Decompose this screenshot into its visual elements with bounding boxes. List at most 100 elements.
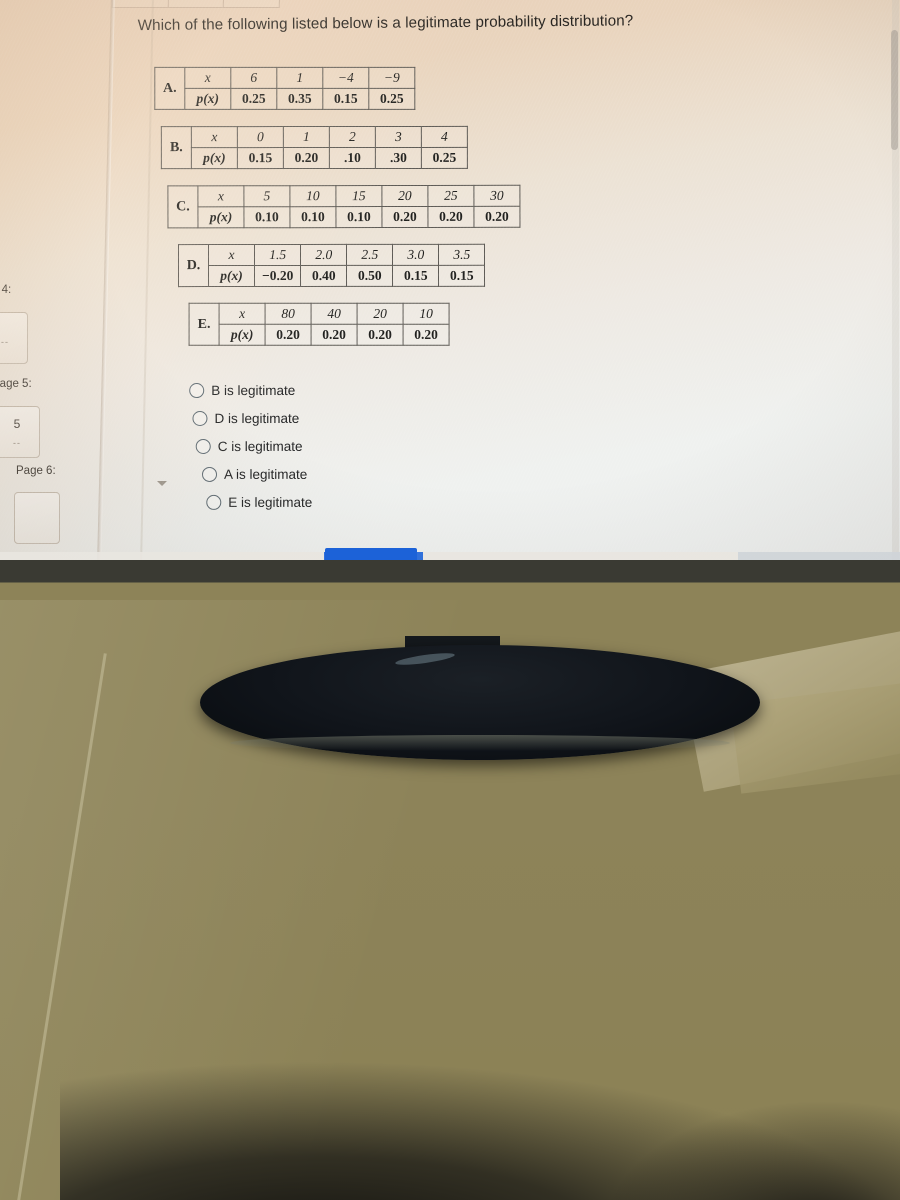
- x-value: 3.5: [438, 244, 485, 266]
- sidebar-page-4-thumbnail[interactable]: --: [0, 312, 28, 364]
- p-value: 0.10: [335, 206, 382, 228]
- question-content: Which of the following listed below is a…: [138, 11, 783, 519]
- sidebar-page-6-label: Page 6:: [16, 465, 56, 477]
- p-value: 0.20: [381, 206, 428, 228]
- x-value: −9: [368, 67, 415, 89]
- answer-choice-c[interactable]: C is legitimate: [195, 431, 782, 460]
- radio-button-icon[interactable]: [192, 410, 208, 426]
- row-header-px: p(x): [197, 206, 244, 228]
- x-value: 4: [421, 126, 468, 148]
- p-value: .30: [375, 147, 422, 169]
- p-value: 0.20: [265, 324, 312, 346]
- x-value: 10: [289, 185, 336, 207]
- p-value: 0.20: [473, 206, 520, 228]
- x-value: 6: [230, 67, 277, 89]
- distribution-option-b[interactable]: B. x 0 1 2 3 4 p(x) 0.15 0.20 .10 .30 0.…: [160, 125, 779, 170]
- p-value: 0.25: [368, 88, 415, 110]
- p-value: 0.20: [283, 147, 330, 169]
- thumbnail-dash: --: [13, 437, 21, 448]
- distribution-option-c[interactable]: C. x 5 10 15 20 25 30 p(x) 0.10 0.10 0.1…: [167, 184, 779, 229]
- x-value: 1: [283, 126, 330, 148]
- distribution-table-e: x 80 40 20 10 p(x) 0.20 0.20 0.20 0.20: [218, 302, 450, 346]
- p-value: 0.25: [421, 147, 468, 169]
- x-value: 10: [403, 303, 450, 325]
- x-value: 20: [381, 185, 428, 207]
- row-header-x: x: [219, 303, 266, 325]
- sidebar-page-6-thumbnail[interactable]: [14, 492, 60, 544]
- x-value: 80: [265, 303, 312, 325]
- stand-rim-highlight: [230, 735, 730, 751]
- thumbnail-dash: --: [1, 336, 9, 347]
- answer-choice-list: B is legitimate D is legitimate C is leg…: [189, 373, 782, 519]
- x-value: 25: [427, 185, 474, 207]
- radio-button-icon[interactable]: [201, 466, 218, 482]
- page-navigation-sidebar: : e 4: -- Page 5: 5 -- Page 6:: [0, 0, 167, 560]
- answer-label: B is legitimate: [211, 382, 296, 398]
- shadow-bottom-right: [600, 1100, 900, 1200]
- monitor-screen: : e 4: -- Page 5: 5 -- Page 6: Which of …: [0, 0, 900, 563]
- row-header-px: p(x): [208, 265, 255, 287]
- distribution-table-b: x 0 1 2 3 4 p(x) 0.15 0.20 .10 .30 0.25: [190, 125, 468, 170]
- sidebar-page-5-thumbnail[interactable]: 5 --: [0, 406, 40, 458]
- answer-choice-e[interactable]: E is legitimate: [206, 487, 782, 516]
- x-value: 2: [329, 126, 376, 148]
- row-header-px: p(x): [191, 147, 238, 169]
- radio-button-icon[interactable]: [195, 438, 211, 454]
- answer-choice-a[interactable]: A is legitimate: [201, 459, 782, 488]
- x-value: 20: [357, 303, 404, 325]
- option-letter: B.: [160, 126, 191, 170]
- p-value: 0.20: [357, 324, 404, 346]
- answer-label: A is legitimate: [223, 466, 308, 482]
- answer-choice-b[interactable]: B is legitimate: [189, 376, 781, 405]
- p-value: 0.10: [289, 206, 336, 228]
- row-header-x: x: [184, 67, 231, 89]
- option-letter: D.: [177, 244, 209, 288]
- table-row: p(x) −0.20 0.40 0.50 0.15 0.15: [208, 265, 485, 287]
- option-letter: E.: [188, 302, 219, 346]
- option-letter: C.: [167, 185, 198, 229]
- scrollbar-track[interactable]: [891, 0, 899, 560]
- distribution-option-d[interactable]: D. x 1.5 2.0 2.5 3.0 3.5 p(x) −0.20 0.40: [177, 243, 780, 288]
- toolbar-button[interactable]: [223, 0, 281, 8]
- p-value: .10: [329, 147, 376, 169]
- scrollbar-thumb[interactable]: [891, 30, 898, 150]
- distribution-table-d: x 1.5 2.0 2.5 3.0 3.5 p(x) −0.20 0.40 0.…: [207, 243, 486, 288]
- p-value: 0.15: [237, 147, 284, 169]
- x-value: 0: [237, 126, 284, 148]
- toolbar-button[interactable]: [167, 0, 224, 8]
- p-value: 0.20: [311, 324, 358, 346]
- distribution-table-c: x 5 10 15 20 25 30 p(x) 0.10 0.10 0.10 0…: [197, 184, 521, 229]
- answer-choice-d[interactable]: D is legitimate: [192, 403, 781, 432]
- table-row: x 5 10 15 20 25 30: [197, 185, 520, 207]
- p-value: 0.10: [243, 206, 290, 228]
- radio-button-icon[interactable]: [189, 382, 205, 398]
- sidebar-page-5-label: Page 5:: [0, 378, 32, 390]
- option-letter: A.: [154, 66, 185, 110]
- x-value: 3.0: [392, 244, 439, 266]
- table-row: p(x) 0.20 0.20 0.20 0.20: [219, 324, 450, 346]
- distribution-option-a[interactable]: A. x 6 1 −4 −9 p(x) 0.25 0.35 0.15 0.25: [154, 66, 778, 110]
- row-header-x: x: [197, 185, 244, 207]
- radio-button-icon[interactable]: [206, 494, 222, 510]
- x-value: 2.0: [300, 244, 347, 266]
- p-value: 0.40: [300, 265, 347, 287]
- x-value: 3: [375, 126, 422, 148]
- p-value: 0.15: [322, 88, 369, 110]
- row-header-px: p(x): [184, 88, 231, 110]
- p-value: 0.25: [230, 88, 277, 110]
- table-row: x 0 1 2 3 4: [191, 126, 468, 148]
- answer-label: D is legitimate: [214, 410, 300, 426]
- x-value: 30: [473, 185, 520, 207]
- p-value: 0.15: [438, 265, 485, 287]
- sidebar-page-4-label: e 4:: [0, 284, 12, 296]
- x-value: 5: [243, 185, 290, 207]
- p-value: 0.20: [427, 206, 474, 228]
- table-row: p(x) 0.10 0.10 0.10 0.20 0.20 0.20: [197, 206, 520, 228]
- p-value: 0.15: [392, 265, 439, 287]
- table-row: x 6 1 −4 −9: [184, 67, 415, 89]
- table-row: x 80 40 20 10: [219, 303, 450, 325]
- question-text: Which of the following listed below is a…: [137, 12, 634, 35]
- distribution-option-e[interactable]: E. x 80 40 20 10 p(x) 0.20 0.20 0.20 0.2…: [188, 302, 781, 346]
- distribution-table-a: x 6 1 −4 −9 p(x) 0.25 0.35 0.15 0.25: [184, 66, 416, 110]
- answer-label: C is legitimate: [217, 438, 303, 454]
